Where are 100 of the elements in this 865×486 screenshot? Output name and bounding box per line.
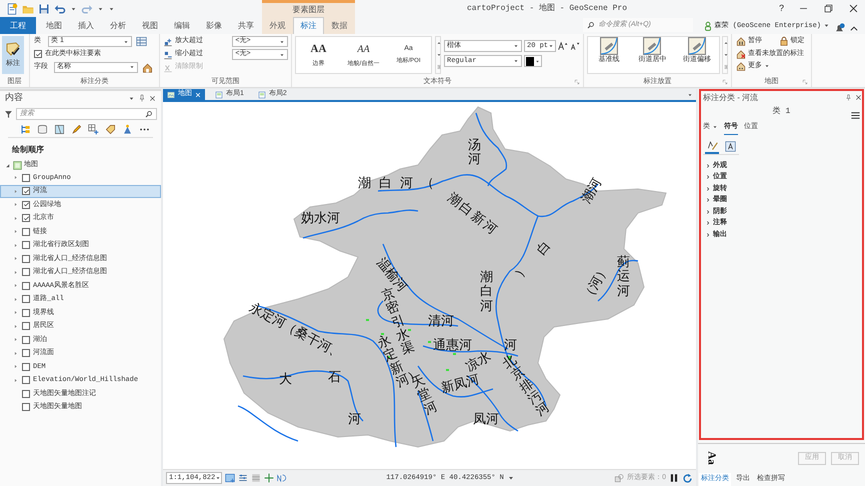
map-label: 潮白河（ <box>358 177 442 192</box>
color-picker[interactable] <box>524 55 542 67</box>
caret-icon <box>535 58 540 64</box>
layer-checkbox[interactable] <box>22 362 30 371</box>
wizard-icon[interactable] <box>122 124 133 135</box>
filter-icon[interactable] <box>4 110 13 118</box>
pencil-icon[interactable] <box>71 124 82 135</box>
lock-icon <box>778 36 788 46</box>
dialog-launcher-icon[interactable] <box>802 79 808 85</box>
caret-icon <box>279 52 285 58</box>
more-options-icon <box>736 61 746 72</box>
ribbon-tab[interactable]: 外观 <box>262 17 293 34</box>
tag-icon[interactable] <box>105 124 116 135</box>
layer-checkbox[interactable] <box>22 308 30 317</box>
map-label: 潮白河 <box>480 271 493 314</box>
close-icon[interactable] <box>855 94 862 101</box>
layer-checkbox[interactable] <box>22 228 30 236</box>
expression-house-icon[interactable] <box>142 62 153 72</box>
pane-menu-caret-icon[interactable] <box>128 94 135 102</box>
pin-icon[interactable] <box>138 94 146 102</box>
caret-icon <box>513 58 519 64</box>
ribbon-tab[interactable]: 共享 <box>230 17 262 34</box>
map-label: （河） <box>581 263 613 304</box>
layer-checkbox[interactable] <box>22 241 30 250</box>
dialog-launcher-icon[interactable] <box>722 79 728 85</box>
pin-icon[interactable] <box>845 94 852 101</box>
checkbox[interactable] <box>34 50 42 58</box>
grid-plus-icon[interactable] <box>88 124 99 135</box>
ribbon-tab[interactable]: 视图 <box>134 17 166 34</box>
ribbon-tab[interactable]: 地图 <box>38 17 70 34</box>
ribbon-tab[interactable]: 插入 <box>70 17 102 34</box>
grid-plus-icon[interactable] <box>225 473 235 483</box>
ribbon-tab[interactable]: 数据 <box>324 17 355 34</box>
north-arrow-icon[interactable] <box>277 473 287 483</box>
crosshair-icon[interactable] <box>264 473 274 483</box>
layer-checkbox[interactable] <box>22 174 30 182</box>
caret-icon <box>548 43 554 49</box>
save-icon[interactable] <box>38 2 50 14</box>
symbol-preview: Aa <box>704 452 718 466</box>
layer-checkbox[interactable] <box>22 254 30 263</box>
class-table-icon[interactable] <box>136 36 147 47</box>
layer-checkbox[interactable] <box>22 336 30 344</box>
chevron-down-icon[interactable] <box>506 474 515 482</box>
notification-bell-icon[interactable] <box>834 23 845 34</box>
shrink-font-icon[interactable] <box>570 41 580 51</box>
unplaced-labels-icon <box>736 48 746 59</box>
layer-checkbox[interactable] <box>22 214 30 222</box>
window-title: cartoProject - 地图 - GeoScene Pro <box>466 2 628 14</box>
symbol-sample: AA <box>310 42 326 57</box>
map-label: 天堂河 <box>410 374 440 418</box>
map-document-icon[interactable] <box>54 124 65 135</box>
layer-checkbox[interactable] <box>22 322 30 330</box>
new-project-icon[interactable] <box>6 2 18 14</box>
layout-page-icon <box>258 90 266 98</box>
ribbon-tab[interactable]: 标注 <box>293 17 324 34</box>
clear-limits-icon <box>163 62 173 72</box>
expand-triangle-icon[interactable] <box>4 162 11 168</box>
help-button[interactable]: ? <box>778 2 784 16</box>
draw-order-icon[interactable] <box>20 124 31 135</box>
layer-checkbox[interactable] <box>22 349 30 358</box>
map-icon <box>167 90 175 98</box>
label-tag-icon <box>5 40 21 57</box>
text-box-tab[interactable] <box>723 140 737 154</box>
sliders-icon[interactable] <box>238 473 248 483</box>
person-icon <box>702 20 713 31</box>
ribbon-tab[interactable]: 工程 <box>0 17 36 34</box>
restore-icon[interactable] <box>823 3 834 14</box>
layer-checkbox[interactable] <box>22 282 30 290</box>
text-symbol-tab[interactable] <box>705 140 719 154</box>
refresh-icon[interactable] <box>682 472 693 484</box>
dialog-launcher-icon[interactable] <box>574 79 580 85</box>
layer-checkbox[interactable] <box>22 403 30 412</box>
database-icon[interactable] <box>37 124 48 135</box>
layer-checkbox[interactable] <box>22 187 30 196</box>
ribbon-tab[interactable]: 分析 <box>102 17 134 34</box>
caret-icon <box>215 475 222 481</box>
caret-icon <box>129 64 135 70</box>
tabs-menu-caret-icon[interactable] <box>687 92 693 98</box>
zoom-in-scale-icon <box>163 36 173 46</box>
contextual-tab-group-header: 要素图层 <box>262 0 355 17</box>
layer-checkbox[interactable] <box>22 268 30 276</box>
map-label: 北京排污河 <box>501 354 553 420</box>
layer-checkbox[interactable] <box>22 295 30 304</box>
ribbon-tab[interactable]: 编辑 <box>166 17 198 34</box>
map-label: 通惠河 <box>433 339 472 354</box>
search-icon <box>145 110 153 118</box>
close-icon[interactable] <box>848 3 859 14</box>
layer-checkbox[interactable] <box>22 376 30 384</box>
checkmark-icon <box>34 50 42 58</box>
layer-checkbox[interactable] <box>22 200 30 209</box>
grow-font-icon[interactable] <box>558 41 568 51</box>
layout-page-icon <box>215 90 223 98</box>
layer-checkbox[interactable] <box>22 390 30 398</box>
menu-icon[interactable] <box>850 110 861 121</box>
close-icon[interactable] <box>149 94 156 102</box>
list-heading: 绘制顺序 <box>10 144 45 156</box>
undo-icon[interactable] <box>54 2 66 14</box>
pause-drawing-icon[interactable] <box>669 473 679 483</box>
caret-icon <box>823 22 830 30</box>
ribbon-tab[interactable]: 影像 <box>198 17 230 34</box>
